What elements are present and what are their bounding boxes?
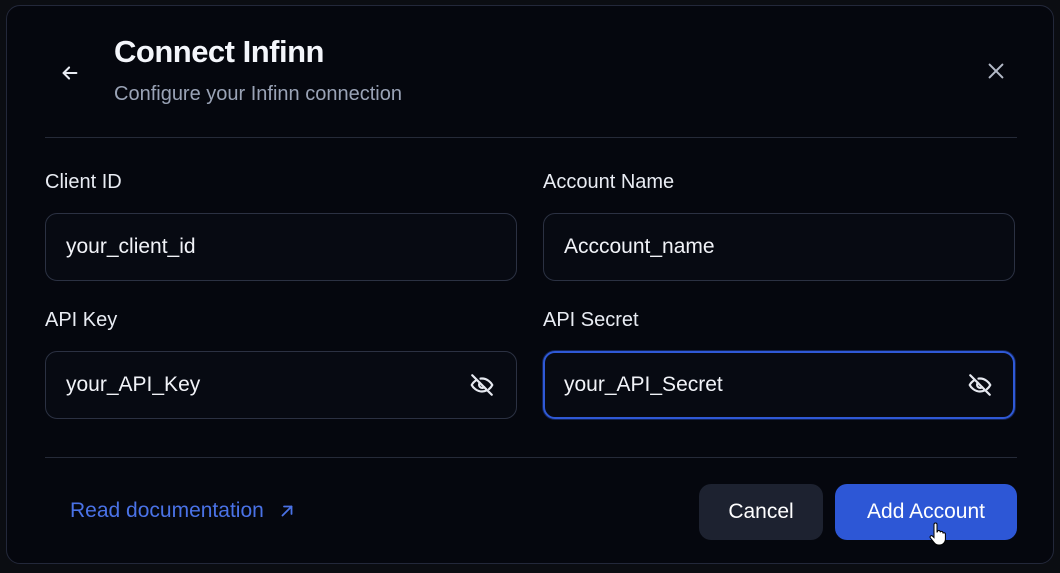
cancel-button[interactable]: Cancel — [699, 484, 823, 540]
api-secret-field[interactable]: your_API_Secret — [543, 351, 1015, 419]
modal-title: Connect Infinn — [114, 34, 324, 69]
client-id-label: Client ID — [45, 171, 122, 193]
account-name-label: Account Name — [543, 171, 675, 193]
client-id-value: your_client_id — [66, 235, 196, 258]
api-key-field[interactable]: your_API_Key — [45, 351, 517, 419]
connect-modal: Connect Infinn Configure your Infinn con… — [6, 5, 1054, 564]
arrow-up-right-icon — [281, 505, 293, 517]
doc-link-label: Read documentation — [70, 499, 264, 522]
api-key-visibility-toggle[interactable] — [468, 371, 496, 399]
close-button[interactable] — [981, 56, 1011, 86]
account-name-field[interactable]: Acccount_name — [543, 213, 1015, 281]
api-key-label: API Key — [45, 309, 118, 331]
api-secret-value: your_API_Secret — [564, 373, 723, 396]
modal-subtitle: Configure your Infinn connection — [114, 83, 402, 105]
back-button[interactable] — [55, 58, 85, 88]
api-secret-label: API Secret — [543, 309, 639, 331]
api-key-value: your_API_Key — [66, 373, 201, 396]
header-divider — [45, 137, 1017, 138]
add-account-button[interactable]: Add Account — [835, 484, 1017, 540]
account-name-value: Acccount_name — [564, 235, 715, 258]
api-secret-visibility-toggle[interactable] — [966, 371, 994, 399]
footer-divider — [45, 457, 1017, 458]
read-documentation-link[interactable]: Read documentation — [70, 499, 296, 523]
eye-off-icon — [470, 374, 494, 396]
eye-off-icon — [968, 374, 992, 396]
client-id-field[interactable]: your_client_id — [45, 213, 517, 281]
close-icon — [988, 63, 1004, 79]
arrow-left-icon — [62, 66, 78, 80]
hand-cursor-icon — [929, 522, 946, 546]
